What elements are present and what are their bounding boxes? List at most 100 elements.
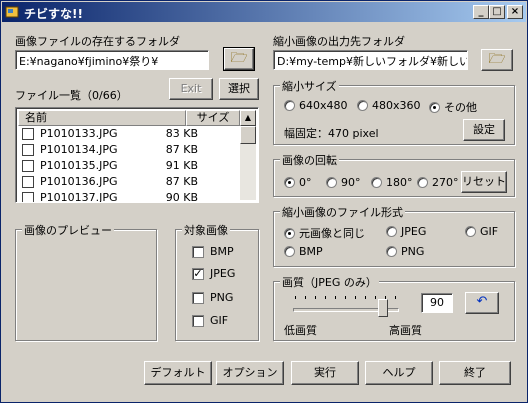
row-checkbox[interactable] xyxy=(22,160,34,172)
file-size: 83 KB xyxy=(165,127,198,140)
file-size: 87 KB xyxy=(165,143,198,156)
format-png-radio[interactable]: PNG xyxy=(386,245,424,258)
size-480x360-radio[interactable]: 480x360 xyxy=(357,99,421,112)
app-window: チビすな!! _ □ × 画像ファイルの存在するフォルダ E:¥nagano¥f… xyxy=(0,0,528,403)
list-scrollbar[interactable]: ▲ xyxy=(240,110,256,200)
slider-tick xyxy=(295,296,296,299)
source-folder-label: 画像ファイルの存在するフォルダ xyxy=(15,35,180,48)
format-option-label: PNG xyxy=(401,245,425,258)
close-button[interactable]: × xyxy=(507,5,523,19)
list-item[interactable]: P1010136.JPG 87 KB xyxy=(18,174,240,190)
size-option-label: 480x360 xyxy=(372,99,421,112)
jpeg-checkbox[interactable]: ✓ JPEG xyxy=(192,267,235,280)
row-checkbox[interactable] xyxy=(22,128,34,140)
quality-undo-button[interactable]: ↶ xyxy=(465,292,499,314)
rotation-option-label: 0° xyxy=(299,176,312,189)
radio-dot[interactable] xyxy=(357,100,368,111)
source-folder-field[interactable]: E:¥nagano¥fjimino¥祭り¥ xyxy=(15,50,209,70)
list-item[interactable]: P1010135.JPG 91 KB xyxy=(18,158,240,174)
output-folder-field[interactable]: D:¥my-temp¥新しいフォルダ¥新しいフォル xyxy=(273,50,468,70)
title-bar[interactable]: チビすな!! _ □ × xyxy=(2,2,526,22)
file-list[interactable]: 名前 サイズ P1010133.JPG 83 KB P1010134.JPG 8… xyxy=(15,107,259,203)
preview-group: 画像のプレビュー xyxy=(15,222,157,341)
format-label: 縮小画像のファイル形式 xyxy=(280,204,405,220)
quit-button[interactable]: 終了 xyxy=(439,361,511,385)
radio-dot[interactable] xyxy=(465,226,476,237)
output-browse-button[interactable]: 🗁 xyxy=(481,49,513,71)
rotation-option-label: 270° xyxy=(432,176,459,189)
radio-dot[interactable] xyxy=(284,246,295,257)
slider-tick xyxy=(395,296,396,299)
radio-dot[interactable] xyxy=(386,226,397,237)
jpeg-label: JPEG xyxy=(210,267,236,280)
rotate-0-radio[interactable]: 0° xyxy=(284,176,312,189)
column-header-name[interactable]: 名前 xyxy=(18,110,186,126)
rotate-90-radio[interactable]: 90° xyxy=(326,176,361,189)
file-size: 90 KB xyxy=(165,191,198,203)
rotation-reset-button[interactable]: リセット xyxy=(461,171,507,193)
quality-slider-thumb[interactable] xyxy=(378,299,388,317)
gif-checkbox[interactable]: GIF xyxy=(192,314,228,327)
bmp-checkbox[interactable]: BMP xyxy=(192,245,234,258)
rotate-180-radio[interactable]: 180° xyxy=(371,176,413,189)
gif-label: GIF xyxy=(210,314,229,327)
radio-dot-selected[interactable] xyxy=(284,227,295,239)
file-name: P1010133.JPG xyxy=(40,127,118,140)
format-option-label: GIF xyxy=(480,225,499,238)
format-bmp-radio[interactable]: BMP xyxy=(284,245,323,258)
run-button[interactable]: 実行 xyxy=(291,361,359,385)
list-item[interactable]: P1010133.JPG 83 KB xyxy=(18,126,240,142)
radio-dot[interactable] xyxy=(326,177,337,188)
options-button[interactable]: オプション xyxy=(216,361,284,385)
png-checkbox[interactable]: PNG xyxy=(192,291,233,304)
row-checkbox[interactable] xyxy=(22,192,34,202)
size-640x480-radio[interactable]: 640x480 xyxy=(284,99,348,112)
radio-dot-selected[interactable] xyxy=(429,101,440,113)
list-item[interactable]: P1010137.JPG 90 KB xyxy=(18,190,240,203)
quality-value-field[interactable]: 90 xyxy=(421,293,453,313)
fixed-width-text: 幅固定：470 pixel xyxy=(284,127,379,140)
size-settings-button[interactable]: 設定 xyxy=(463,119,505,141)
list-item[interactable]: P1010134.JPG 87 KB xyxy=(18,142,240,158)
format-option-label: JPEG xyxy=(401,225,427,238)
scroll-up-icon[interactable]: ▲ xyxy=(240,110,256,126)
format-gif-radio[interactable]: GIF xyxy=(465,225,498,238)
png-label: PNG xyxy=(210,291,234,304)
format-same-radio[interactable]: 元画像と同じ xyxy=(284,225,365,241)
window-title: チビすな!! xyxy=(24,7,83,21)
row-checkbox[interactable] xyxy=(22,144,34,156)
file-name: P1010134.JPG xyxy=(40,143,118,156)
quality-label: 画質（JPEG のみ） xyxy=(280,274,379,290)
checkbox-box[interactable] xyxy=(192,245,204,258)
high-quality-label: 高画質 xyxy=(389,324,422,337)
select-button[interactable]: 選択 xyxy=(219,78,259,100)
check-icon[interactable]: ✓ xyxy=(192,267,204,280)
file-name: P1010136.JPG xyxy=(40,175,118,188)
help-button[interactable]: ヘルプ xyxy=(365,361,433,385)
checkbox-box[interactable] xyxy=(192,314,204,327)
radio-dot[interactable] xyxy=(371,177,382,188)
size-other-radio[interactable]: その他 xyxy=(429,99,477,115)
slider-tick xyxy=(375,296,376,299)
radio-dot[interactable] xyxy=(284,100,295,111)
rotate-270-radio[interactable]: 270° xyxy=(417,176,459,189)
format-jpeg-radio[interactable]: JPEG xyxy=(386,225,426,238)
output-folder-label: 縮小画像の出力先フォルダ xyxy=(273,35,405,48)
default-button[interactable]: デフォルト xyxy=(144,361,212,385)
maximize-button[interactable]: □ xyxy=(489,5,505,19)
row-checkbox[interactable] xyxy=(22,176,34,188)
size-option-label: その他 xyxy=(444,101,477,114)
source-browse-button[interactable]: 🗁 xyxy=(223,47,255,71)
radio-dot[interactable] xyxy=(386,246,397,257)
checkbox-box[interactable] xyxy=(192,291,204,304)
minimize-button[interactable]: _ xyxy=(473,5,489,19)
exit-button[interactable]: Exit xyxy=(169,78,213,100)
slider-tick xyxy=(365,296,366,299)
radio-dot[interactable] xyxy=(417,177,428,188)
undo-arrow-icon: ↶ xyxy=(476,294,488,309)
scroll-thumb[interactable] xyxy=(240,126,256,144)
radio-dot-selected[interactable] xyxy=(284,177,295,188)
file-size: 91 KB xyxy=(165,159,198,172)
column-header-size[interactable]: サイズ xyxy=(186,110,240,126)
slider-tick xyxy=(345,296,346,299)
